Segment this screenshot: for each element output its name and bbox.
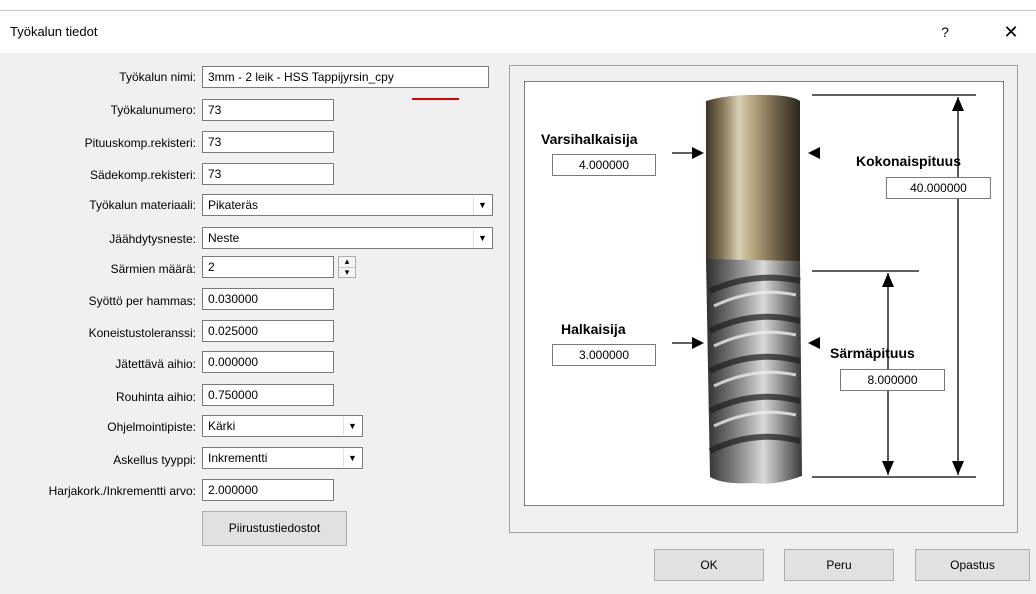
flute-length-label: Särmäpituus — [830, 345, 915, 361]
length-comp-input[interactable]: 73 — [202, 131, 334, 153]
radius-comp-label: Sädekomp.rekisteri: — [89, 168, 196, 182]
chevron-down-icon[interactable]: ▼ — [343, 417, 361, 435]
help-button[interactable]: Opastus — [915, 549, 1030, 581]
feed-input[interactable]: 0.030000 — [202, 288, 334, 310]
tool-name-label: Työkalun nimi: — [119, 70, 196, 84]
stock-label: Jätettävä aihio: — [115, 357, 196, 371]
cancel-button[interactable]: Peru — [784, 549, 894, 581]
rough-input[interactable]: 0.750000 — [202, 384, 334, 406]
origin-select[interactable]: Kärki ▼ — [202, 415, 363, 437]
step-value-label: Harjakork./Inkrementti arvo: — [48, 484, 196, 498]
chevron-down-icon[interactable]: ▼ — [473, 196, 491, 214]
total-length-label: Kokonaispituus — [856, 153, 962, 169]
chevron-down-icon[interactable]: ▼ — [343, 449, 361, 467]
shank-diameter-label: Varsihalkaisija — [541, 131, 638, 147]
material-select[interactable]: Pikateräs ▼ — [202, 194, 493, 216]
help-question-button[interactable]: ? — [930, 19, 960, 45]
drawing-files-button[interactable]: Piirustustiedostot — [202, 511, 347, 546]
total-length-value[interactable]: 40.000000 — [886, 177, 991, 199]
origin-value: Kärki — [208, 419, 236, 433]
coolant-select[interactable]: Neste ▼ — [202, 227, 493, 249]
tool-number-label: Työkalunumero: — [110, 103, 196, 117]
close-button[interactable]: ✕ — [996, 19, 1026, 45]
diameter-value[interactable]: 3.000000 — [552, 344, 656, 366]
radius-comp-input[interactable]: 73 — [202, 163, 334, 185]
flutes-spinner[interactable]: ▴ ▾ — [338, 256, 356, 278]
shank-diameter-value[interactable]: 4.000000 — [552, 154, 656, 176]
window-title: Työkalun tiedot — [10, 24, 98, 39]
step-type-select[interactable]: Inkrementti ▼ — [202, 447, 363, 469]
spellcheck-underline — [412, 98, 459, 100]
rough-label: Rouhinta aihio: — [115, 390, 196, 404]
step-value-input[interactable]: 2.000000 — [202, 479, 334, 501]
tool-name-input[interactable]: 3mm - 2 leik - HSS Tappijyrsin_cpy — [202, 66, 489, 88]
coolant-value: Neste — [208, 231, 240, 245]
feed-label: Syöttö per hammas: — [88, 294, 196, 308]
step-type-value: Inkrementti — [208, 451, 268, 465]
step-type-label: Askellus tyyppi: — [113, 453, 196, 467]
tolerance-input[interactable]: 0.025000 — [202, 320, 334, 342]
coolant-label: Jäähdytysneste: — [109, 232, 196, 246]
diameter-label: Halkaisija — [561, 321, 626, 337]
material-label: Työkalun materiaali: — [89, 198, 196, 212]
length-comp-label: Pituuskomp.rekisteri: — [84, 136, 196, 150]
origin-label: Ohjelmointipiste: — [107, 420, 196, 434]
title-bar: Työkalun tiedot ? ✕ — [0, 11, 1036, 53]
material-value: Pikateräs — [208, 198, 259, 212]
chevron-down-icon[interactable]: ▼ — [473, 229, 491, 247]
flute-length-value[interactable]: 8.000000 — [840, 369, 945, 391]
flutes-input[interactable]: 2 — [202, 256, 334, 278]
tolerance-label: Koneistustoleranssi: — [88, 326, 196, 340]
ok-button[interactable]: OK — [654, 549, 764, 581]
spin-down-icon[interactable]: ▾ — [339, 268, 355, 278]
tool-shank — [706, 94, 800, 261]
flutes-label: Särmien määrä: — [110, 262, 196, 276]
tool-number-input[interactable]: 73 — [202, 99, 334, 121]
stock-input[interactable]: 0.000000 — [202, 351, 334, 373]
